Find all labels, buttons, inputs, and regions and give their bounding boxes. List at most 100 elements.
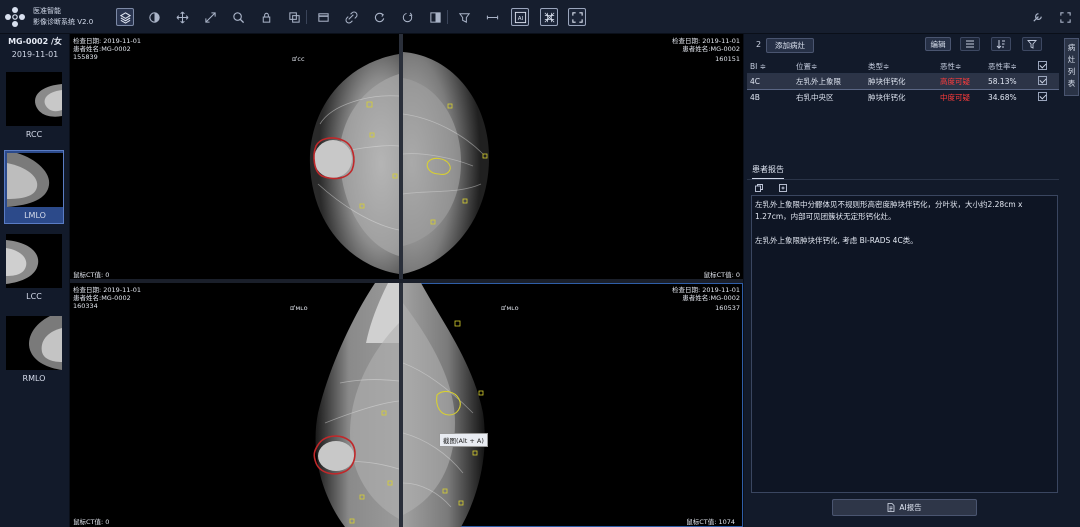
image-number-overlay: 155839 — [73, 53, 98, 61]
thumbnail-rcc[interactable]: RCC — [4, 70, 64, 144]
image-viewer[interactable]: 检查日期: 2019-11-01 患者姓名:MG-0002 155839 ꕠᴄᴄ… — [70, 34, 743, 527]
screenshot-tooltip: 截图(Alt + A) — [439, 433, 488, 447]
toolbar-separator — [447, 10, 448, 24]
cell-malignancy-rate: 58.13% — [985, 72, 1035, 90]
add-lesion-button[interactable]: 添加病灶 — [766, 38, 814, 53]
cell-bi: 4B — [750, 92, 760, 102]
reset-icon[interactable] — [398, 8, 416, 26]
document-icon — [887, 503, 895, 512]
filter-button[interactable] — [1022, 37, 1042, 51]
fullscreen-icon[interactable] — [568, 8, 586, 26]
col-type[interactable]: 类型≑ — [865, 60, 937, 74]
cell-bi: 4C — [747, 72, 793, 90]
lesion-count: 2 — [756, 40, 762, 49]
study-date: 2019-11-01 — [11, 50, 59, 59]
viewport-bottom-right[interactable]: 检查日期: 2019-11-01 患者姓名:MG-0002 160537 ꕠᴍʟ… — [403, 283, 743, 527]
window-icon[interactable] — [314, 8, 332, 26]
cell-malignancy: 中度可疑 — [940, 92, 970, 102]
col-position[interactable]: 位置≑ — [793, 60, 865, 74]
cell-check[interactable] — [1035, 72, 1059, 90]
layers-icon[interactable] — [116, 8, 134, 26]
thumbnail-label: LCC — [26, 292, 42, 301]
app-name: 医准智能 影像诊断系统 V2.0 — [33, 6, 93, 28]
report-conclusion: 左乳外上象限肿块伴钙化, 考虑 BI-RADS 4C类。 — [755, 236, 918, 245]
check-all-checkbox[interactable] — [1038, 60, 1047, 70]
expand-icon[interactable] — [1056, 8, 1074, 26]
patient-name-overlay: 患者姓名:MG-0002 — [682, 45, 740, 53]
mammogram-image — [313, 283, 399, 527]
study-date-overlay: 检查日期: 2019-11-01 — [671, 286, 740, 294]
zoom-fit-icon[interactable] — [201, 8, 219, 26]
copy-report-button[interactable] — [752, 182, 766, 193]
lock-icon[interactable] — [257, 8, 275, 26]
ct-value-overlay: 鼠标CT值: 0 — [73, 518, 110, 526]
grid-icon[interactable] — [540, 8, 558, 26]
col-malignancy[interactable]: 恶性≑ — [937, 60, 985, 74]
ai-toggle-button[interactable]: AI — [511, 8, 529, 26]
tab-lesion-list[interactable]: 病灶列表 — [1064, 38, 1079, 96]
col-malignancy-rate[interactable]: 恶性率≑ — [985, 60, 1035, 74]
app-name-line1: 医准智能 — [33, 7, 61, 15]
cell-position: 右乳中央区 — [796, 92, 834, 102]
lesion-panel: 2 添加病灶 编辑 BI ≑ 位置≑ 类型≑ 恶性≑ 恶性率≑ 4C 左乳外上象… — [743, 34, 1063, 527]
top-toolbar: 医准智能 影像诊断系统 V2.0 AI — [0, 0, 1080, 34]
ruler-icon[interactable] — [483, 8, 501, 26]
settings-icon[interactable] — [1028, 8, 1046, 26]
rotate-icon[interactable] — [370, 8, 388, 26]
col-bi[interactable]: BI ≑ — [747, 60, 793, 74]
app-logo-icon — [5, 7, 25, 27]
report-tab-divider — [747, 179, 1059, 180]
row-checkbox[interactable] — [1038, 91, 1047, 101]
col-check[interactable] — [1035, 60, 1059, 74]
series-sidebar: MG-0002 /女 2019-11-01 RCC LMLO LCC RMLO — [0, 34, 70, 527]
export-report-button[interactable] — [776, 182, 790, 193]
thumbnail-lcc[interactable]: LCC — [4, 232, 64, 306]
ai-report-button[interactable]: AI报告 — [832, 499, 977, 516]
mammogram-image — [403, 283, 485, 527]
cell-type: 肿块伴钙化 — [868, 92, 906, 102]
thumbnail-label: RCC — [25, 130, 43, 139]
table-row[interactable]: 4C 左乳外上象限 肿块伴钙化 高度可疑 58.13% — [747, 72, 1059, 90]
thumbnail-lmlo[interactable]: LMLO — [4, 150, 64, 224]
viewport-top-left[interactable]: 检查日期: 2019-11-01 患者姓名:MG-0002 155839 ꕠᴄᴄ… — [70, 34, 399, 279]
copy-icon — [755, 183, 763, 192]
cell-malignancy-rate: 34.68% — [988, 92, 1017, 102]
table-header-row: BI ≑ 位置≑ 类型≑ 恶性≑ 恶性率≑ — [747, 60, 1059, 74]
list-icon — [966, 40, 974, 48]
pan-icon[interactable] — [173, 8, 191, 26]
table-row[interactable]: 4B 右乳中央区 肿块伴钙化 中度可疑 34.68% — [747, 89, 1059, 105]
ct-value-overlay: 鼠标CT值: 0 — [73, 271, 110, 279]
edit-button[interactable]: 编辑 — [925, 37, 951, 51]
invert-icon[interactable] — [426, 8, 444, 26]
patient-id: MG-0002 /女 — [8, 37, 62, 46]
view-marker-overlay: ꕠᴍʟᴏ — [501, 304, 519, 312]
magnifier-icon[interactable] — [229, 8, 247, 26]
row-checkbox[interactable] — [1038, 75, 1047, 85]
report-textarea[interactable]: 左乳外上象限中分髎体见不规则形高密度肿块伴钙化，分叶状，大小约2.28cm x … — [751, 195, 1058, 493]
image-number-overlay: 160334 — [73, 302, 98, 310]
duplicate-icon[interactable] — [285, 8, 303, 26]
export-icon — [779, 183, 787, 192]
study-date-overlay: 检查日期: 2019-11-01 — [73, 286, 142, 294]
study-date-overlay: 检查日期: 2019-11-01 — [73, 37, 142, 45]
link-icon[interactable] — [342, 8, 360, 26]
viewport-bottom-left[interactable]: 检查日期: 2019-11-01 患者姓名:MG-0002 160334 ꕠᴍʟ… — [70, 283, 399, 527]
view-marker-overlay: ꕠᴍʟᴏ — [290, 304, 308, 312]
filter-icon — [1027, 40, 1037, 49]
sort-button[interactable] — [991, 37, 1011, 51]
tab-patient-report[interactable]: 患者报告 — [752, 164, 784, 180]
lesion-table: BI ≑ 位置≑ 类型≑ 恶性≑ 恶性率≑ 4C 左乳外上象限 肿块伴钙化 高度… — [747, 60, 1059, 105]
ai-icon: AI — [514, 11, 526, 23]
toolbar-separator — [306, 10, 307, 24]
thumbnail-rmlo[interactable]: RMLO — [4, 314, 64, 388]
calibrate-icon[interactable] — [455, 8, 473, 26]
contrast-icon[interactable] — [145, 8, 163, 26]
thumbnail-label: RMLO — [22, 374, 46, 383]
patient-name-overlay: 患者姓名:MG-0002 — [73, 45, 131, 53]
study-date-overlay: 检查日期: 2019-11-01 — [671, 37, 740, 45]
viewport-top-right[interactable]: 检查日期: 2019-11-01 患者姓名:MG-0002 160151 鼠标C… — [403, 34, 743, 279]
list-view-button[interactable] — [960, 37, 980, 51]
ai-label: AI — [517, 15, 523, 21]
ai-report-label: AI报告 — [899, 503, 922, 512]
cell-check[interactable] — [1035, 89, 1059, 105]
